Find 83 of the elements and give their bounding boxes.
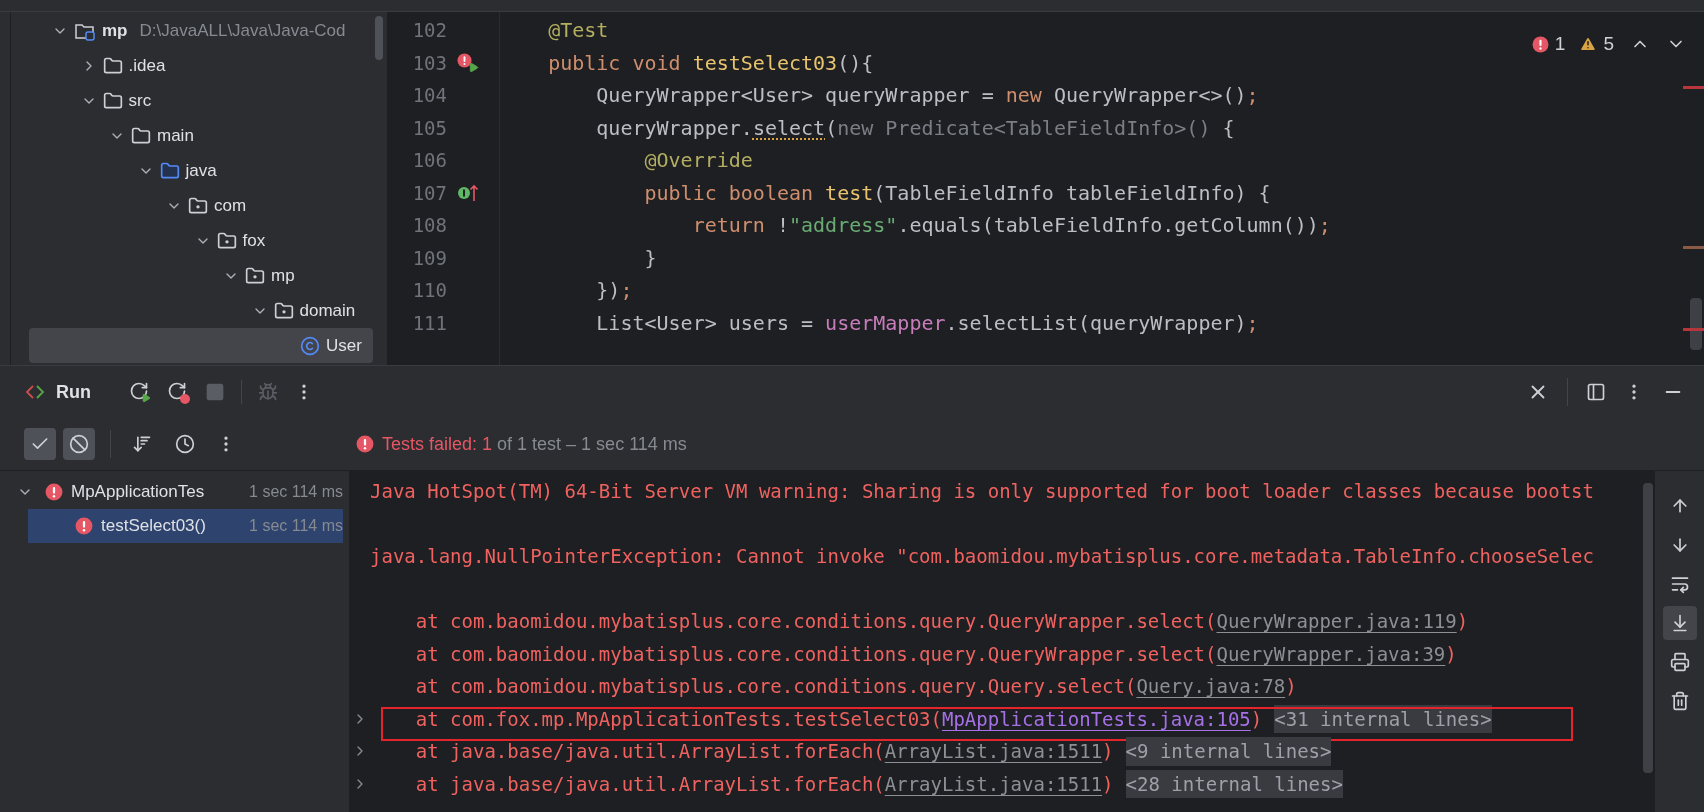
error-stripe-marker[interactable] — [1683, 86, 1704, 89]
code-line: public void testSelect03(){ — [547, 49, 874, 77]
line-number: 111 — [411, 310, 447, 336]
warning-stripe-marker[interactable] — [1683, 246, 1704, 249]
line-number: 103 — [411, 50, 447, 76]
filter-toggle[interactable] — [63, 428, 95, 460]
tree-item[interactable]: src — [29, 83, 373, 118]
error-count[interactable]: 1 — [1554, 30, 1566, 59]
console-line: java.lang.NullPointerException: Cannot invoke "com.baomidou.mybatisplus.core.metadata.TableInfo.chooseSelec — [370, 544, 1594, 569]
package-folder-icon — [273, 300, 294, 321]
tree-item[interactable]: main — [29, 118, 373, 153]
tree-item[interactable]: com — [29, 188, 373, 223]
code-line: QueryWrapper<User> queryWrapper = new QueryWrapper<>(); — [595, 82, 1259, 110]
tests-summary: of 1 test – 1 sec 114 ms — [497, 432, 687, 456]
console-line: at com.baomidou.mybatisplus.core.conditions.query.QueryWrapper.select(QueryWrapper.java:119) — [414, 609, 1469, 634]
scrollbar-thumb[interactable] — [1642, 483, 1653, 773]
line-number: 107 — [411, 180, 447, 206]
tree-item[interactable]: java — [29, 153, 373, 188]
scrollbar-thumb[interactable] — [375, 16, 383, 60]
project-path: D:\JavaALL\Java\Java-Cod — [139, 19, 346, 42]
folder-icon — [102, 90, 123, 111]
tree-item[interactable]: mp — [29, 258, 373, 293]
line-number: 108 — [411, 213, 447, 238]
scrollbar-thumb[interactable] — [1690, 298, 1702, 350]
package-folder-icon — [216, 230, 237, 251]
code-line: return !"address".equals(tableFieldInfo.getColumn()); — [691, 212, 1331, 240]
code-line: @Test — [547, 17, 609, 45]
test-duration: 1 sec 114 ms — [248, 516, 343, 536]
console-line: at com.baomidou.mybatisplus.core.conditions.query.QueryWrapper.select(QueryWrapper.java:39) — [414, 641, 1457, 667]
error-stripe-marker[interactable] — [1683, 328, 1704, 331]
console-line: Java HotSpot(TM) 64-Bit Server VM warning: Sharing is only supported for boot loader classes because bootst — [370, 479, 1594, 504]
line-number: 104 — [411, 83, 447, 108]
class-icon — [300, 335, 320, 356]
code-line: } — [643, 244, 657, 272]
folder-icon — [159, 160, 180, 181]
tests-failed-label: Tests failed: 1 — [382, 432, 493, 456]
failed-icon — [356, 435, 374, 453]
console-line: at com.fox.mp.MpApplicationTests.testSelect03(MpApplicationTests.java:105) <31 internal lines> — [370, 704, 1492, 733]
ban-icon[interactable] — [69, 434, 89, 454]
tree-item[interactable]: .idea — [29, 48, 373, 83]
failed-icon — [75, 517, 93, 535]
line-number: 105 — [411, 115, 447, 141]
line-number: 106 — [411, 148, 447, 173]
error-run-icon[interactable] — [457, 52, 479, 73]
print-icon[interactable] — [1669, 652, 1690, 672]
error-count-icon — [1531, 35, 1549, 53]
warning-count[interactable]: 5 — [1603, 30, 1614, 59]
implements-icon[interactable] — [457, 182, 479, 203]
console-line: at java.base/java.util.ArrayList.forEach(ArrayList.java:1511) <9 internal lines> — [370, 737, 1332, 766]
tree-item[interactable]: fox — [29, 223, 373, 258]
folder-icon — [131, 125, 151, 146]
test-item[interactable]: MpApplicationTes 1 sec 114 ms — [8, 475, 343, 509]
test-duration: 1 sec 114 ms — [248, 482, 343, 502]
layout-icon[interactable] — [1586, 382, 1606, 402]
rerun-icon[interactable] — [129, 381, 151, 403]
wrap-text-icon[interactable] — [1669, 574, 1690, 594]
package-folder-icon — [188, 195, 208, 216]
line-number: 110 — [411, 278, 447, 303]
filter-toggle[interactable] — [24, 428, 56, 460]
console-line: at com.baomidou.mybatisplus.core.conditions.query.Query.select(Query.java:78) — [414, 674, 1297, 699]
sort-icon[interactable] — [132, 434, 152, 454]
console-tool-button[interactable] — [1662, 606, 1697, 640]
line-number: 102 — [411, 18, 447, 43]
tree-item[interactable]: User — [29, 328, 373, 363]
code-line: }); — [595, 277, 633, 305]
rerun-failed-icon[interactable] — [167, 381, 189, 403]
play-icon[interactable] — [468, 61, 479, 73]
line-number: 109 — [411, 245, 447, 271]
clock-icon[interactable] — [175, 434, 195, 454]
failed-icon — [45, 483, 63, 501]
code-line: List<User> users = userMapper.selectList(queryWrapper); — [595, 309, 1259, 337]
folder-icon — [102, 55, 123, 76]
package-folder-icon — [245, 265, 265, 286]
code-line: public boolean test(TableFieldInfo tableFieldInfo) { — [643, 179, 1271, 207]
code-line: @Override — [643, 147, 753, 175]
trash-icon[interactable] — [1669, 691, 1690, 711]
code-line: queryWrapper.select(new Predicate<TableFieldInfo>() { — [595, 114, 1235, 142]
tree-item[interactable]: domain — [29, 293, 373, 328]
tree-item[interactable]: mp D:\JavaALL\Java\Java-Cod — [29, 13, 373, 48]
test-item[interactable]: testSelect03() 1 sec 114 ms — [28, 509, 343, 543]
gutter-error-icon — [457, 52, 472, 68]
panel-title: Run — [56, 380, 91, 404]
console-line: at java.base/java.util.ArrayList.forEach(ArrayList.java:1511) <28 internal lines> — [370, 769, 1343, 798]
